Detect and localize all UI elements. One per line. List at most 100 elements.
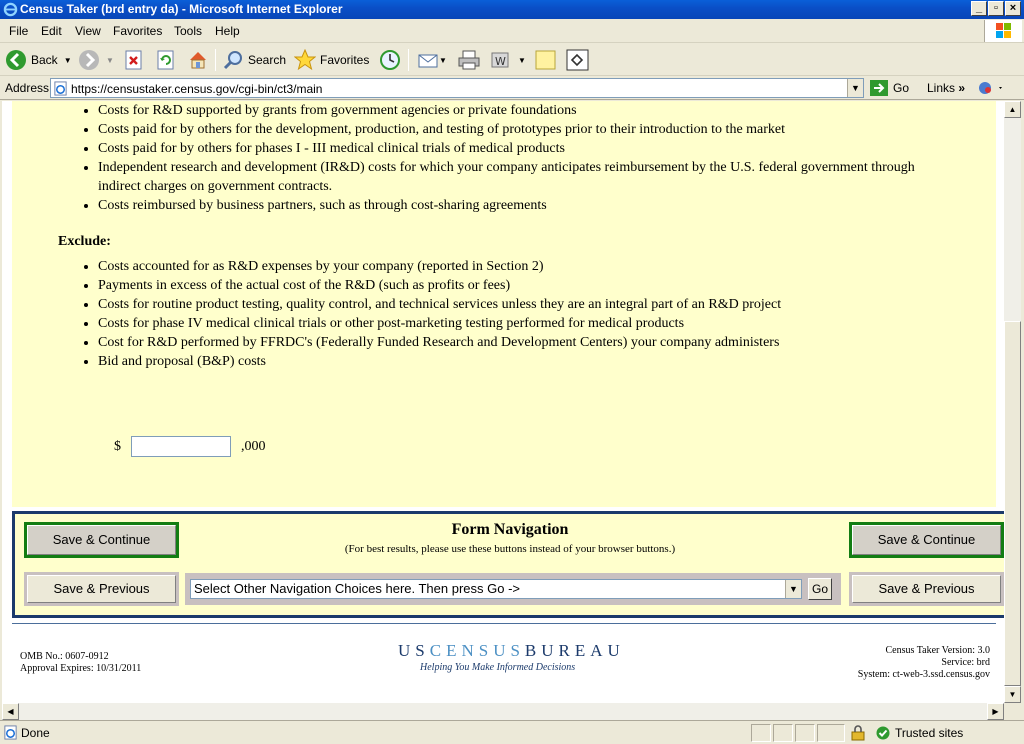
extension-icon[interactable]: [977, 80, 1005, 96]
list-item: Costs paid for by others for the develop…: [98, 120, 958, 139]
nav-select-group: Select Other Navigation Choices here. Th…: [185, 573, 841, 605]
page-status-icon: [4, 725, 17, 740]
forward-arrow-icon: [79, 50, 99, 70]
list-item: Costs reimbursed by business partners, s…: [98, 196, 958, 215]
list-item: Costs accounted for as R&D expenses by y…: [98, 257, 958, 276]
menu-favorites[interactable]: Favorites: [113, 24, 162, 38]
status-bar: Done Trusted sites: [0, 720, 1024, 744]
amount-input[interactable]: [131, 436, 231, 457]
search-button[interactable]: Search: [222, 48, 286, 72]
page-icon: [54, 81, 67, 96]
minimize-button[interactable]: _: [971, 1, 987, 16]
go-button[interactable]: Go: [870, 80, 909, 96]
status-text: Done: [21, 726, 50, 740]
close-button[interactable]: ×: [1005, 1, 1021, 16]
word-edit-icon: W: [491, 52, 509, 68]
history-icon: [380, 50, 400, 70]
scroll-thumb[interactable]: [1004, 321, 1021, 686]
favorites-star-icon: [294, 49, 316, 71]
links-toolbar[interactable]: Links »: [927, 81, 965, 95]
list-item: Independent research and development (IR…: [98, 158, 958, 196]
list-item: Costs for routine product testing, quali…: [98, 295, 958, 314]
menu-bar: File Edit View Favorites Tools Help: [0, 19, 1024, 43]
messenger-icon: [566, 49, 589, 71]
security-zone: Trusted sites: [876, 726, 963, 740]
page-viewport: Costs for R&D supported by grants from g…: [2, 101, 1004, 703]
nav-choices-select[interactable]: Select Other Navigation Choices here. Th…: [190, 579, 802, 599]
home-icon: [190, 52, 206, 69]
toolbar: Back ▼ ▼ Search Favorites ▼ W ▼: [0, 44, 1024, 76]
chevron-down-icon[interactable]: ▼: [785, 580, 801, 598]
list-item: Cost for R&D performed by FFRDC's (Feder…: [98, 333, 958, 352]
menu-tools[interactable]: Tools: [174, 24, 202, 38]
address-input[interactable]: https://censustaker.census.gov/cgi-bin/c…: [50, 78, 864, 98]
census-logo: USCENSUSBUREAU: [398, 641, 625, 660]
address-dropdown-icon[interactable]: ▼: [847, 79, 863, 97]
print-button[interactable]: [457, 48, 481, 72]
scroll-up-icon[interactable]: ▲: [1004, 101, 1021, 118]
save-previous-button-right[interactable]: Save & Previous: [849, 572, 1004, 606]
nav-go-button[interactable]: Go: [808, 578, 832, 600]
save-continue-button-left[interactable]: Save & Continue: [24, 522, 179, 558]
window-title: Census Taker (brd entry da) - Microsoft …: [20, 2, 343, 16]
svg-text:W: W: [495, 55, 506, 68]
mail-button[interactable]: ▼: [417, 48, 447, 72]
include-list: Costs for R&D supported by grants from g…: [98, 101, 958, 215]
back-button[interactable]: Back ▼: [5, 48, 72, 72]
exclude-heading: Exclude:: [58, 234, 111, 249]
form-content: Costs for R&D supported by grants from g…: [12, 101, 996, 507]
scroll-corner: [1004, 703, 1021, 720]
list-item: Costs paid for by others for phases I - …: [98, 139, 958, 158]
refresh-button[interactable]: [156, 48, 176, 72]
scroll-down-icon[interactable]: ▼: [1004, 686, 1021, 703]
back-dropdown-icon[interactable]: ▼: [64, 56, 72, 65]
stop-icon: [125, 50, 142, 70]
note-icon: [535, 50, 556, 70]
edit-dropdown-icon[interactable]: ▼: [518, 56, 526, 65]
forward-dropdown-icon[interactable]: ▼: [106, 56, 114, 65]
page-footer: OMB No.: 0607-0912 Approval Expires: 10/…: [12, 623, 996, 703]
restore-button[interactable]: ▫: [988, 1, 1004, 16]
title-bar: Census Taker (brd entry da) - Microsoft …: [0, 0, 1024, 19]
home-button[interactable]: [187, 48, 209, 72]
form-navigation: Form Navigation (For best results, pleas…: [12, 511, 1004, 618]
horizontal-scrollbar[interactable]: ◀ ▶: [2, 703, 1004, 720]
omb-info: OMB No.: 0607-0912 Approval Expires: 10/…: [20, 651, 142, 674]
list-item: Payments in excess of the actual cost of…: [98, 276, 958, 295]
back-arrow-icon: [6, 50, 26, 70]
list-item: Costs for R&D supported by grants from g…: [98, 101, 958, 120]
print-icon: [458, 50, 480, 70]
exclude-list: Costs accounted for as R&D expenses by y…: [98, 257, 958, 371]
menu-file[interactable]: File: [9, 24, 28, 38]
mail-dropdown-icon[interactable]: ▼: [439, 56, 447, 65]
list-item: Bid and proposal (B&P) costs: [98, 352, 958, 371]
scroll-right-icon[interactable]: ▶: [987, 703, 1004, 720]
discuss-button[interactable]: [535, 48, 557, 72]
mail-icon: [418, 54, 438, 68]
address-bar: Address https://censustaker.census.gov/c…: [0, 77, 1024, 100]
amount-row: $ ,000: [114, 436, 266, 457]
go-arrow-icon: [870, 80, 888, 96]
stop-button[interactable]: [124, 48, 144, 72]
forward-button[interactable]: ▼: [78, 48, 114, 72]
save-previous-button-left[interactable]: Save & Previous: [24, 572, 179, 606]
edit-button[interactable]: W ▼: [490, 48, 526, 72]
vertical-scrollbar[interactable]: ▲ ▼: [1004, 101, 1021, 703]
census-tagline: Helping You Make Informed Decisions: [420, 662, 576, 673]
refresh-icon: [157, 50, 174, 70]
menu-view[interactable]: View: [75, 24, 101, 38]
list-item: Costs for phase IV medical clinical tria…: [98, 314, 958, 333]
menu-edit[interactable]: Edit: [41, 24, 62, 38]
trusted-check-icon: [876, 726, 890, 740]
dollar-sign: $: [114, 438, 121, 454]
windows-logo-icon: [984, 20, 1022, 42]
scroll-left-icon[interactable]: ◀: [2, 703, 19, 720]
address-label: Address: [5, 81, 50, 95]
messenger-button[interactable]: [566, 48, 590, 72]
address-url: https://censustaker.census.gov/cgi-bin/c…: [71, 82, 323, 96]
favorites-button[interactable]: Favorites: [294, 48, 369, 72]
save-continue-button-right[interactable]: Save & Continue: [849, 522, 1004, 558]
lock-icon: [851, 725, 865, 741]
history-button[interactable]: [379, 48, 401, 72]
menu-help[interactable]: Help: [215, 24, 240, 38]
